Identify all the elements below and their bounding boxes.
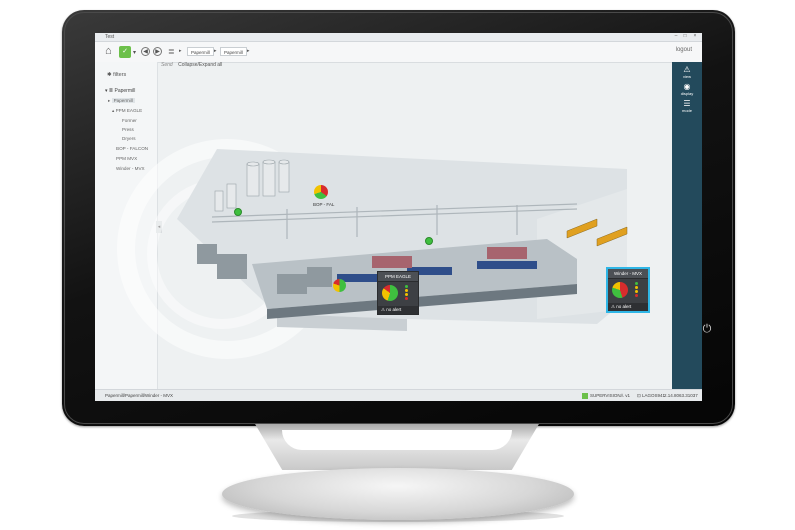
tree-root[interactable]: ▾ ≣ Papermill [105, 88, 135, 94]
chevron-down-icon[interactable]: ▾ [133, 49, 136, 56]
tree-item-dryers[interactable]: Dryers [122, 136, 136, 141]
ppm-eagle-pie [382, 285, 398, 301]
tree-item-bop-falcon[interactable]: BOP - FALCON [116, 146, 148, 151]
send-label[interactable]: Send [161, 62, 173, 68]
status-version: 2.14.8063.31037 [664, 393, 698, 398]
tree-item-press[interactable]: Press [122, 127, 134, 132]
plant-canvas: BOP - FAL PPM EAGLE ⚠ no alert Winder - … [117, 69, 672, 390]
status-path: Papermill/Papermill/Winder - MVX [105, 393, 174, 398]
toolbar: ⌂ ✓ ▾ ◀ ▶ ≣ ▸ Papermill ▸ Papermill ▸ lo… [95, 42, 702, 63]
monitor-stand-base [222, 468, 574, 520]
right-side-panel: ⚠ view ◉ display ☰ mode [672, 62, 702, 390]
breadcrumb-papermill-1[interactable]: Papermill [187, 47, 214, 56]
display-button[interactable]: ◉ display [672, 82, 702, 96]
status-indicator-bop[interactable] [234, 208, 242, 216]
window-title: Test [105, 34, 115, 40]
ppm-eagle-title: PPM EAGLE [378, 272, 418, 282]
filters-toggle[interactable]: ✱ filters [107, 72, 126, 78]
status-user: SUPERVISION [582, 390, 621, 401]
app-menu-icon[interactable]: ✓ [119, 46, 131, 58]
winder-mvx-pie [612, 282, 628, 298]
user-status-icon [582, 392, 588, 399]
breadcrumb-papermill-2[interactable]: Papermill [220, 47, 247, 56]
ppm-eagle-alert: no alert [386, 307, 402, 312]
maximize-icon[interactable]: □ [681, 34, 689, 39]
star-icon: ✱ [107, 72, 112, 78]
power-icon[interactable]: ⏻ [701, 323, 713, 335]
tree-item-selected[interactable]: ▸ Papermill [108, 98, 135, 104]
plant-3d-view [177, 149, 628, 331]
list-icon[interactable]: ≣ [168, 47, 176, 56]
minimize-icon[interactable]: – [672, 34, 680, 39]
view-button[interactable]: ⚠ view [672, 65, 702, 79]
tree-item-winder-mvx[interactable]: Winder - MVX [116, 166, 145, 171]
tree-item-former[interactable]: Former [122, 118, 137, 123]
press-status-pie[interactable] [333, 279, 346, 292]
tree-item-ppm-eagle[interactable]: ▴ PPM EAGLE [112, 108, 142, 114]
display-icon: ◉ [683, 82, 691, 91]
winder-mvx-leds [635, 282, 639, 298]
forward-icon[interactable]: ▶ [153, 47, 162, 56]
filters-label: filters [113, 72, 127, 78]
status-host: ⊡ LAGOS941 [637, 393, 666, 398]
ppm-eagle-leds [405, 285, 409, 301]
status-user2: ♙ v1 [620, 393, 631, 398]
window-titlebar: Test – □ × [95, 33, 702, 42]
logout-link[interactable]: logout [676, 47, 692, 53]
close-icon[interactable]: × [691, 34, 699, 39]
screen: Test – □ × ⌂ ✓ ▾ ◀ ▶ ≣ ▸ Papermill ▸ Pap… [95, 33, 702, 401]
back-icon[interactable]: ◀ [141, 47, 150, 56]
home-icon[interactable]: ⌂ [105, 46, 116, 57]
mode-button[interactable]: ☰ mode [672, 99, 702, 113]
winder-mvx-alert: no alert [616, 304, 632, 309]
collapse-expand-link[interactable]: Collapse/Expand all [178, 62, 222, 68]
winder-mvx-popup[interactable]: Winder - MVX ⚠ no alert [606, 267, 650, 313]
warning-icon: ⚠ [683, 65, 691, 74]
status-indicator-dryer[interactable] [425, 237, 433, 245]
subbar: Send Collapse/Expand all [161, 62, 222, 68]
tree-item-ppm-mvx[interactable]: PPM MVX [116, 156, 137, 161]
statusbar: Papermill/Papermill/Winder - MVX SUPERVI… [95, 389, 702, 401]
bop-status-pie[interactable] [314, 185, 328, 199]
mode-icon: ☰ [683, 99, 691, 108]
bop-label: BOP - FAL [313, 202, 335, 207]
winder-mvx-title: Winder - MVX [608, 269, 648, 279]
ppm-eagle-popup[interactable]: PPM EAGLE ⚠ no alert [377, 271, 419, 315]
